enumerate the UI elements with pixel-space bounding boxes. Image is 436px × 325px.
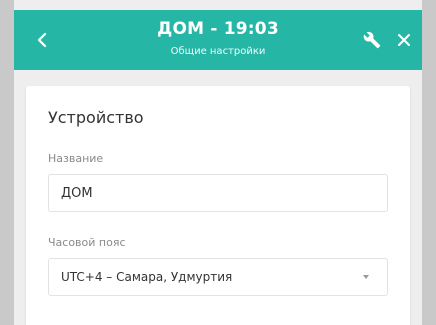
page-title: ДОМ - 19:03 [157, 19, 279, 39]
device-settings-card: Устройство Название Часовой пояс UTC+4 –… [26, 86, 410, 325]
settings-wrench-button[interactable] [360, 28, 384, 52]
timezone-label: Часовой пояс [48, 236, 126, 249]
name-input[interactable] [48, 174, 388, 212]
back-button[interactable] [28, 26, 56, 54]
name-label: Название [48, 152, 104, 165]
wrench-icon [363, 31, 381, 49]
page-subtitle: Общие настройки [170, 46, 266, 57]
close-button[interactable] [392, 28, 416, 52]
app-frame: ДОМ - 19:03 Общие настройки Устройство Н… [14, 0, 422, 325]
caret-down-icon [363, 275, 369, 279]
chevron-left-icon [37, 32, 47, 48]
header-title-group: ДОМ - 19:03 Общие настройки [104, 18, 332, 60]
timezone-select[interactable]: UTC+4 – Самара, Удмуртия [48, 258, 388, 296]
app-header: ДОМ - 19:03 Общие настройки [14, 10, 422, 70]
section-title: Устройство [48, 108, 144, 127]
timezone-value: UTC+4 – Самара, Удмуртия [61, 270, 233, 284]
close-icon [398, 34, 410, 46]
